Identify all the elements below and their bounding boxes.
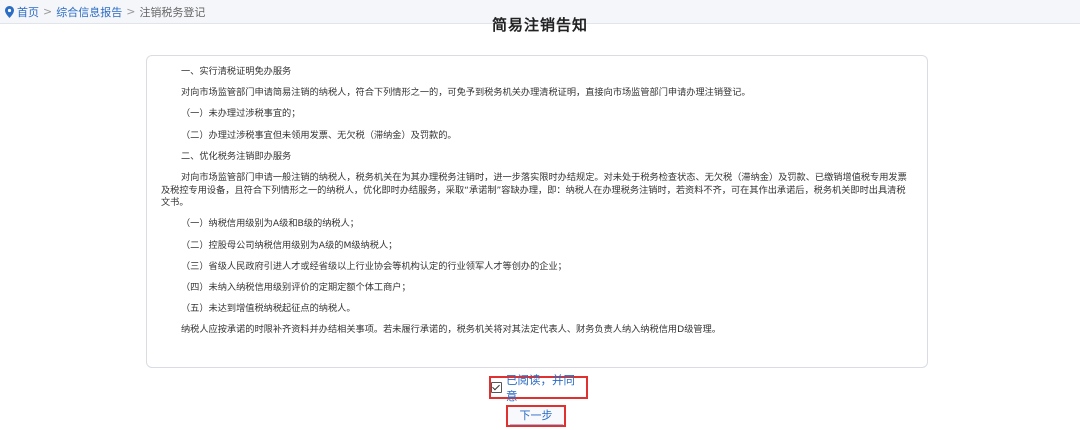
agree-label[interactable]: 已阅读，并同意 <box>506 372 586 404</box>
page-title: 简易注销告知 <box>491 16 588 34</box>
notice-list-item: （五）未达到增值税纳税起征点的纳税人。 <box>181 303 356 315</box>
notice-list-item: （一）纳税信用级别为A级和B级的纳税人； <box>181 218 359 230</box>
notice-list-item: （二）控股母公司纳税信用级别为A级的M级纳税人； <box>181 239 398 251</box>
next-step-button[interactable]: 下一步 <box>506 405 566 427</box>
next-step-label[interactable]: 下一步 <box>509 407 563 425</box>
notice-list-item: （二）办理过涉税事宜但未领用发票、无欠税（滞纳金）及罚款的。 <box>181 129 457 141</box>
notice-content: 一、实行清税证明免办服务 对向市场监管部门申请简易注销的纳税人，符合下列情形之一… <box>146 55 928 368</box>
notice-paragraph: 对向市场监管部门申请简易注销的纳税人，符合下列情形之一的，可免予到税务机关办理清… <box>181 87 751 99</box>
notice-list-item: （三）省级人民政府引进人才或经省级以上行业协会等机构认定的行业领军人才等创办的企… <box>181 260 567 272</box>
notice-list-item: （四）未纳入纳税信用级别评价的定期定额个体工商户； <box>181 281 411 293</box>
agree-checkbox[interactable]: 已阅读，并同意 <box>489 373 588 403</box>
notice-paragraph: 纳税人应按承诺的时限补齐资料并办结相关事项。若未履行承诺的，税务机关将对其法定代… <box>181 324 721 336</box>
notice-paragraph: 对向市场监管部门申请一般注销的纳税人，税务机关在为其办理税务注销时，进一步落实限… <box>161 171 907 209</box>
notice-list-item: （一）未办理过涉税事宜的； <box>181 108 301 120</box>
checkbox-checked-icon[interactable] <box>491 382 502 393</box>
notice-heading: 一、实行清税证明免办服务 <box>181 66 292 77</box>
notice-heading: 二、优化税务注销即办服务 <box>181 150 292 162</box>
